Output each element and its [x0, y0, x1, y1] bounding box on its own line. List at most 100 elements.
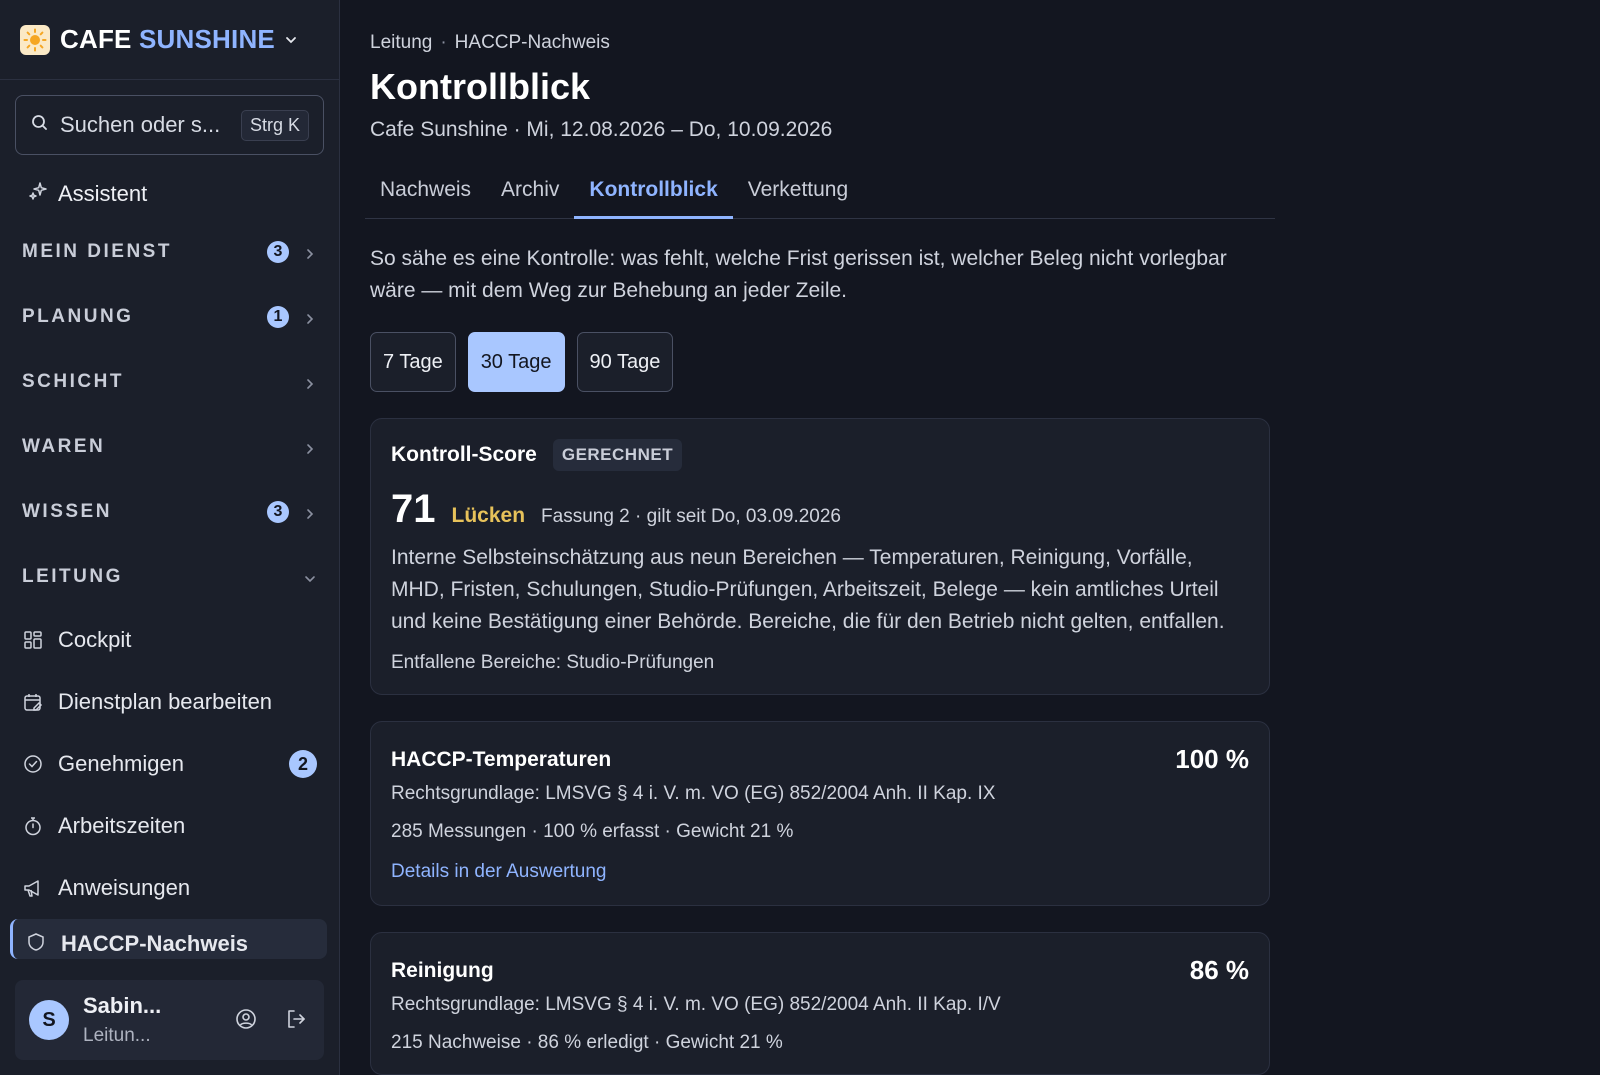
nav-section-wissen[interactable]: WISSEN 3 — [0, 479, 339, 544]
avatar[interactable]: S — [29, 1000, 69, 1040]
shield-icon — [25, 931, 47, 953]
grid-icon — [22, 629, 44, 651]
score-card: Kontroll-Score GERECHNET 71 Lücken Fassu… — [370, 418, 1270, 695]
check-circle-icon — [22, 753, 44, 775]
area-percent: 100 % — [1175, 744, 1249, 774]
sidebar-item-genehmigen[interactable]: Genehmigen 2 — [0, 733, 339, 795]
sidebar-item-dienstplan[interactable]: Dienstplan bearbeiten — [0, 671, 339, 733]
content-column: Leitung · HACCP-Nachweis Kontrollblick C… — [365, 32, 1275, 1075]
sidebar: CAFE SUNSHINE Strg K Assistent MEIN DIEN… — [0, 0, 340, 1075]
search-input[interactable] — [60, 112, 235, 138]
page-title: Kontrollblick — [370, 66, 591, 107]
score-line: 71 Lücken Fassung 2 · gilt seit Do, 03.0… — [391, 487, 1249, 532]
count-badge: 1 — [267, 305, 289, 328]
range-30-days-button[interactable]: 30 Tage — [467, 332, 565, 392]
nav-section-label: WISSEN — [22, 500, 112, 522]
area-legal-basis: Rechtsgrundlage: LMSVG § 4 i. V. m. VO (… — [391, 994, 1001, 1015]
search-icon — [30, 113, 50, 138]
chevron-down-icon — [283, 32, 299, 48]
assistant-link[interactable]: Assistent — [0, 169, 339, 219]
score-status: Lücken — [451, 504, 526, 527]
range-7-days-button[interactable]: 7 Tage — [370, 332, 456, 392]
area-header: HACCP-Temperaturen 100 % — [391, 744, 1249, 775]
status-badge: GERECHNET — [552, 439, 683, 471]
tab-nachweis[interactable]: Nachweis — [365, 162, 486, 218]
score-value: 71 — [391, 487, 436, 531]
page-subtitle: Cafe Sunshine · Mi, 12.08.2026 – Do, 10.… — [370, 118, 833, 141]
score-title: Kontroll-Score — [391, 443, 537, 466]
user-card: S Sabin... Leitun... — [15, 980, 324, 1060]
app: CAFE SUNSHINE Strg K Assistent MEIN DIEN… — [0, 0, 1600, 1075]
chevron-down-icon — [303, 570, 317, 584]
area-title: Reinigung — [391, 959, 494, 982]
intro-text: So sähe es eine Kontrolle: was fehlt, we… — [370, 247, 1227, 302]
count-badge: 2 — [289, 750, 317, 778]
sidebar-item-cockpit[interactable]: Cockpit — [0, 609, 339, 671]
count-badge: 3 — [267, 500, 289, 523]
chevron-right-icon — [303, 440, 317, 454]
chevron-right-icon — [303, 310, 317, 324]
tab-archiv[interactable]: Archiv — [486, 162, 574, 218]
sidebar-item-label: Dienstplan bearbeiten — [58, 689, 273, 714]
nav-section-label: PLANUNG — [22, 305, 134, 327]
nav-section-waren[interactable]: WAREN — [0, 414, 339, 479]
stopwatch-icon — [22, 815, 44, 837]
details-link[interactable]: Details in der Auswertung — [391, 861, 606, 883]
tab-verkettung[interactable]: Verkettung — [733, 162, 863, 218]
nav-section-schicht[interactable]: SCHICHT — [0, 349, 339, 414]
sidebar-item-anweisungen[interactable]: Anweisungen — [0, 857, 339, 919]
sidebar-item-haccp-nachweis[interactable]: HACCP-Nachweis — [10, 919, 327, 959]
sidebar-item-label: Anweisungen — [58, 875, 191, 900]
chevron-right-icon — [303, 505, 317, 519]
score-header: Kontroll-Score GERECHNET — [391, 439, 1249, 471]
profile-icon[interactable] — [234, 1007, 260, 1033]
score-description: Interne Selbsteinschätzung aus neun Bere… — [391, 546, 1225, 633]
sun-icon — [20, 24, 50, 55]
nav-section-label: WAREN — [22, 435, 106, 457]
excluded-areas: Entfallene Bereiche: Studio-Prüfungen — [391, 652, 715, 673]
range-90-days-button[interactable]: 90 Tage — [576, 332, 674, 392]
search-shortcut: Strg K — [240, 109, 309, 141]
nav-section-mein-dienst[interactable]: MEIN DIENST 3 — [0, 219, 339, 284]
breadcrumb: Leitung · HACCP-Nachweis — [370, 32, 1270, 54]
nav-section-leitung[interactable]: LEITUNG — [0, 544, 339, 609]
user-name: Sabin... — [83, 993, 162, 1018]
search-box[interactable]: Strg K — [15, 95, 324, 155]
main-content: Leitung · HACCP-Nachweis Kontrollblick C… — [340, 0, 1600, 1075]
area-card-reinigung: Reinigung 86 % Rechtsgrundlage: LMSVG § … — [370, 932, 1270, 1075]
nav-section-label: MEIN DIENST — [22, 240, 172, 262]
tab-kontrollblick[interactable]: Kontrollblick — [574, 162, 733, 219]
chevron-right-icon — [303, 245, 317, 259]
sparkles-icon — [28, 181, 48, 207]
sidebar-item-label: Arbeitszeiten — [58, 813, 186, 838]
count-badge: 3 — [267, 240, 289, 263]
breadcrumb-item-haccp[interactable]: HACCP-Nachweis — [455, 32, 610, 54]
sidebar-item-label: HACCP-Nachweis — [61, 931, 249, 956]
sidebar-item-label: Cockpit — [58, 627, 132, 652]
area-percent: 86 % — [1189, 955, 1249, 985]
user-info: Sabin... Leitun... — [83, 993, 204, 1047]
nav-section-label: SCHICHT — [22, 370, 124, 392]
area-meta: 285 Messungen · 100 % erfasst · Gewicht … — [391, 821, 794, 842]
brand-switcher[interactable]: CAFE SUNSHINE — [0, 0, 339, 80]
logout-icon[interactable] — [284, 1007, 310, 1033]
breadcrumb-item-leitung[interactable]: Leitung — [370, 32, 432, 54]
calendar-edit-icon — [22, 691, 44, 713]
area-meta: 215 Nachweise · 86 % erledigt · Gewicht … — [391, 1032, 783, 1053]
area-legal-basis: Rechtsgrundlage: LMSVG § 4 i. V. m. VO (… — [391, 783, 996, 804]
tab-bar: Nachweis Archiv Kontrollblick Verkettung — [365, 162, 1275, 219]
sidebar-item-label: Genehmigen — [58, 751, 184, 776]
assistant-label: Assistent — [58, 181, 148, 206]
area-card-haccp-temperaturen: HACCP-Temperaturen 100 % Rechtsgrundlage… — [370, 721, 1270, 906]
range-selector: 7 Tage 30 Tage 90 Tage — [370, 332, 1270, 392]
megaphone-icon — [22, 877, 44, 899]
chevron-right-icon — [303, 375, 317, 389]
sidebar-item-arbeitszeiten[interactable]: Arbeitszeiten — [0, 795, 339, 857]
score-version: Fassung 2 · gilt seit Do, 03.09.2026 — [541, 506, 841, 527]
user-role: Leitun... — [83, 1025, 151, 1046]
area-header: Reinigung 86 % — [391, 955, 1249, 986]
nav-section-label: LEITUNG — [22, 565, 123, 587]
nav-section-planung[interactable]: PLANUNG 1 — [0, 284, 339, 349]
breadcrumb-separator: · — [440, 32, 447, 53]
area-title: HACCP-Temperaturen — [391, 748, 612, 771]
